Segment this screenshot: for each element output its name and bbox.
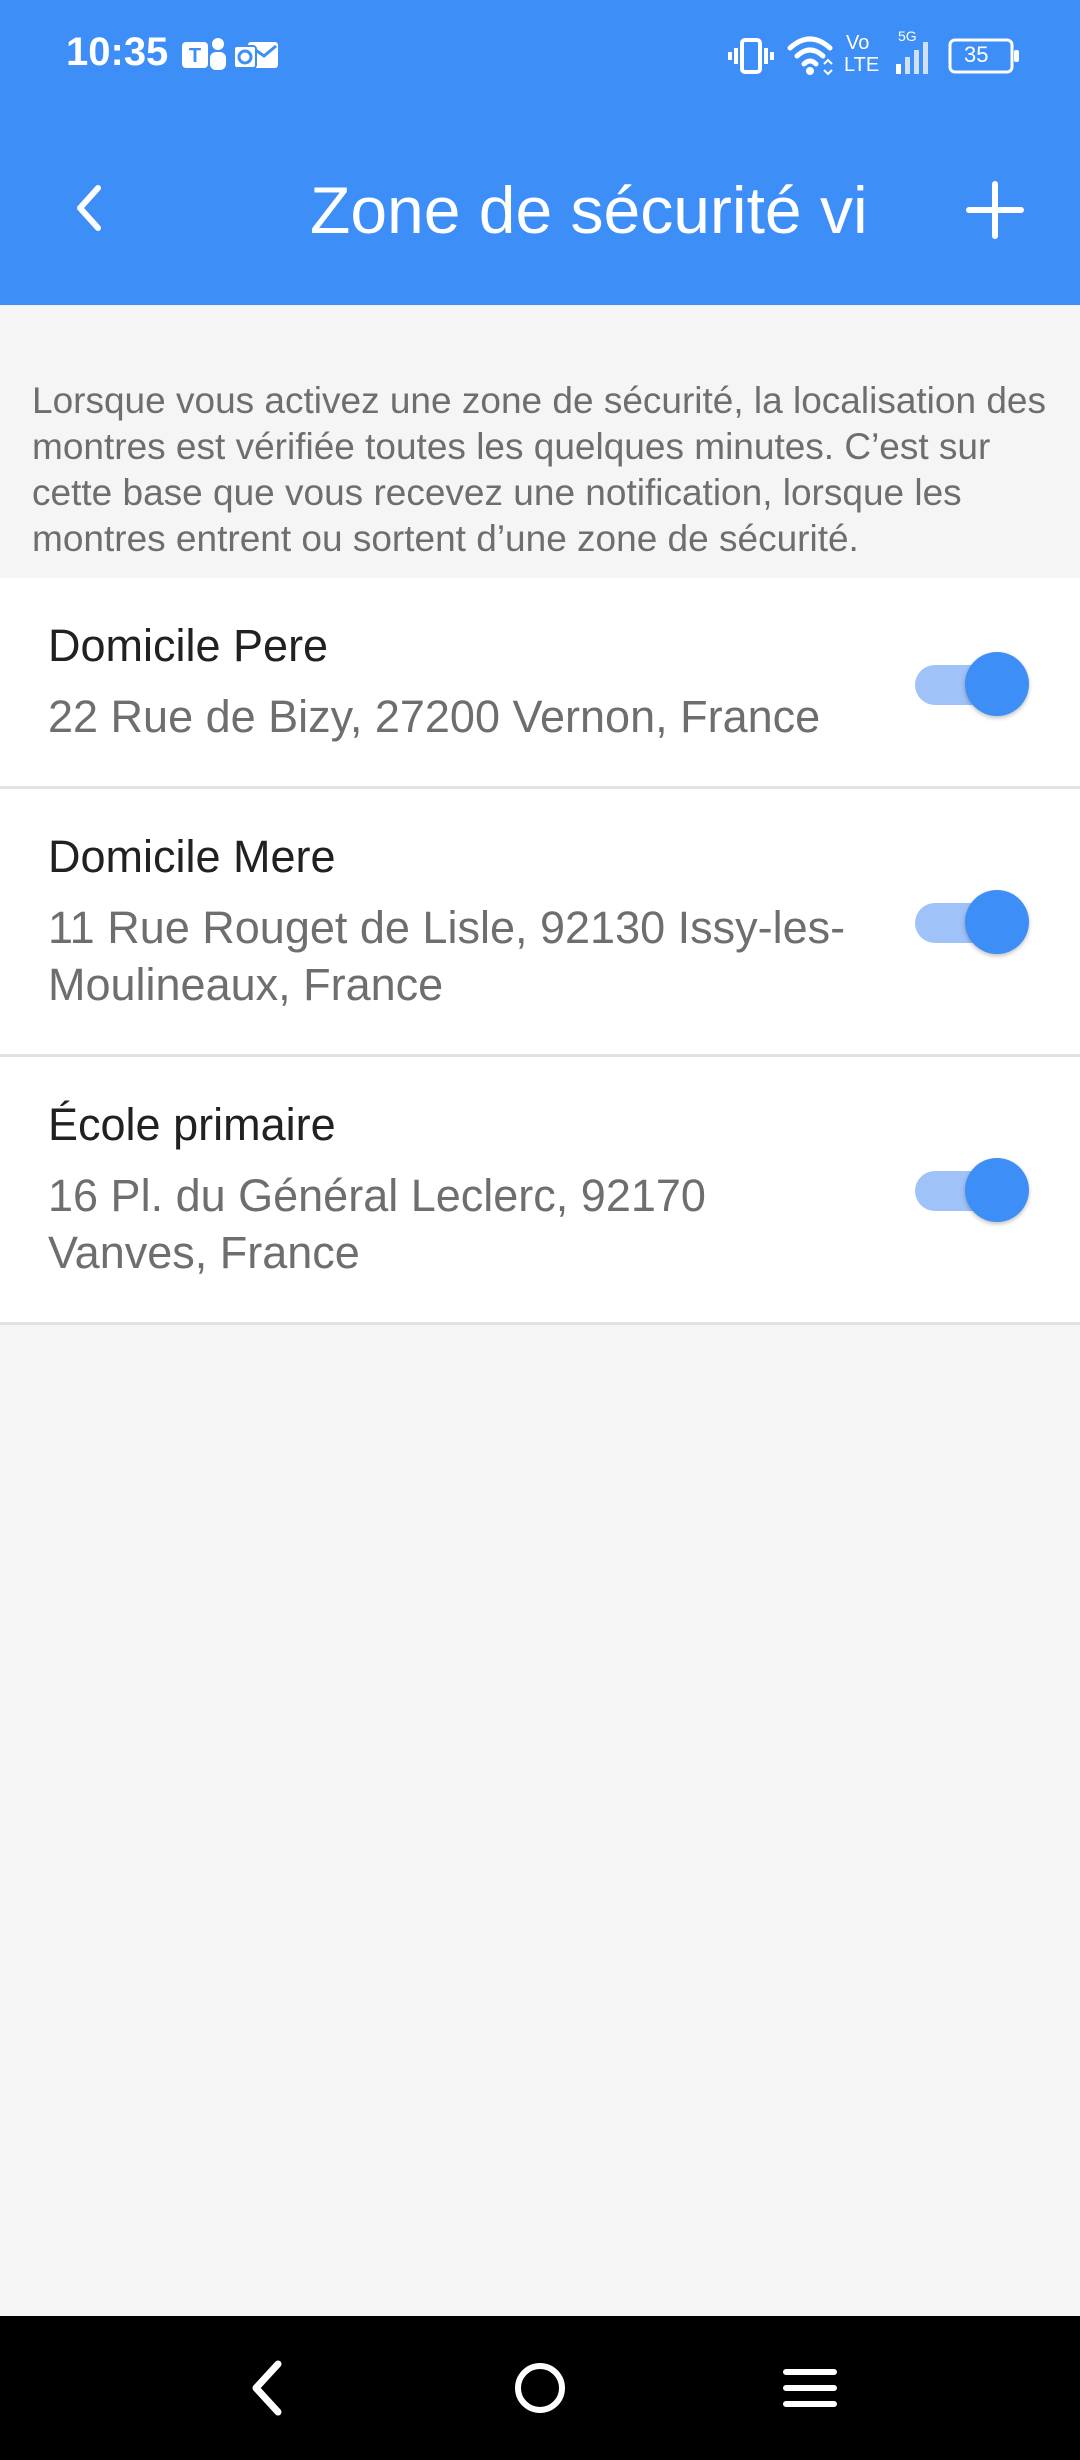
status-bar: 10:35 T Vo LTE 5G 35 — [0, 0, 1080, 110]
menu-icon[interactable] — [770, 2348, 850, 2428]
info-text: Lorsque vous activez une zone de sécurit… — [32, 380, 1046, 559]
zone-address: 22 Rue de Bizy, 27200 Vernon, France — [48, 691, 821, 742]
toggle-thumb — [965, 652, 1029, 716]
zone-toggle[interactable] — [915, 652, 1030, 716]
zone-row[interactable]: École primaire 16 Pl. du Général Leclerc… — [0, 1057, 1080, 1325]
zone-toggle[interactable] — [915, 1158, 1030, 1222]
lte-label: LTE — [844, 54, 880, 76]
plus-icon[interactable] — [955, 170, 1035, 250]
chevron-left-icon[interactable] — [50, 168, 130, 248]
battery-level: 35 — [964, 42, 989, 67]
wifi-icon — [786, 34, 834, 76]
page-title: Zone de sécurité vi — [310, 173, 865, 247]
zone-row[interactable]: Domicile Pere 22 Rue de Bizy, 27200 Vern… — [0, 578, 1080, 789]
zone-address: 11 Rue Rouget de Lisle, 92130 Issy-les-M… — [48, 902, 846, 1010]
outlook-icon — [233, 36, 280, 76]
signal-icon — [896, 42, 932, 74]
svg-text:T: T — [189, 45, 201, 67]
home-icon[interactable] — [500, 2348, 580, 2428]
zone-name: Domicile Pere — [48, 620, 329, 671]
status-time: 10:35 — [66, 30, 169, 74]
back-icon[interactable] — [228, 2348, 308, 2428]
nav-bar — [0, 2316, 1080, 2460]
toggle-thumb — [965, 1158, 1029, 1222]
zone-list: Domicile Pere 22 Rue de Bizy, 27200 Vern… — [0, 578, 1080, 1325]
vibrate-icon — [728, 36, 774, 76]
toggle-thumb — [965, 890, 1029, 954]
zone-name: École primaire — [48, 1099, 336, 1150]
app-bar: Zone de sécurité vi — [0, 110, 1080, 305]
zone-toggle[interactable] — [915, 890, 1030, 954]
zone-row[interactable]: Domicile Mere 11 Rue Rouget de Lisle, 92… — [0, 789, 1080, 1057]
top-bar: 10:35 T Vo LTE 5G 35 Zone de sécurité vi — [0, 0, 1080, 305]
zone-address: 16 Pl. du Général Leclerc, 92170 Vanves,… — [48, 1170, 706, 1278]
teams-icon: T — [182, 36, 228, 76]
zone-name: Domicile Mere — [48, 831, 336, 882]
volte-label: Vo — [846, 32, 870, 54]
